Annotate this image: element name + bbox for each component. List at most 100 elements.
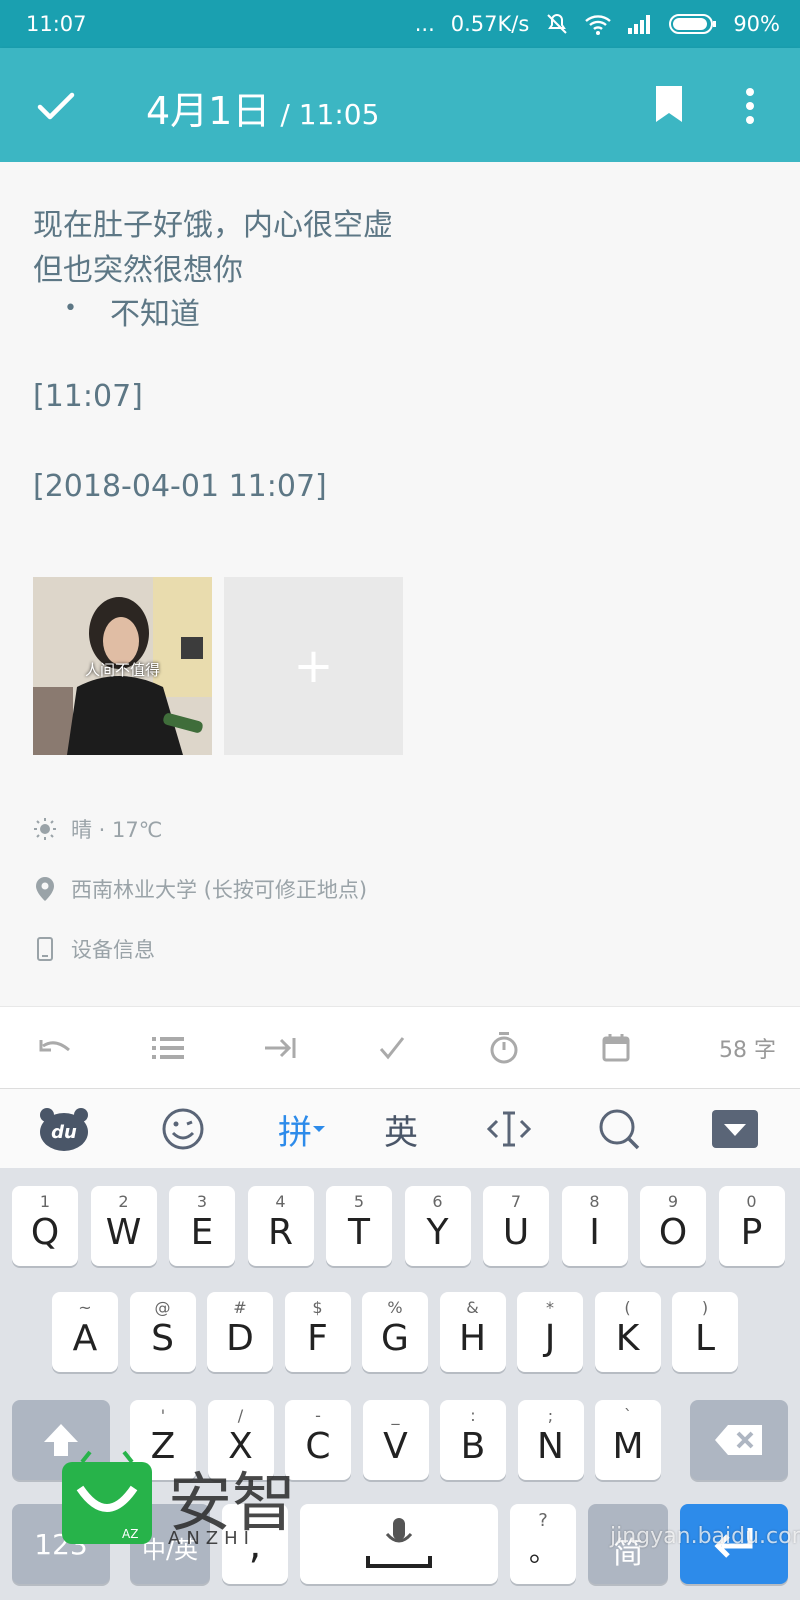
key-sub-label: $ xyxy=(312,1298,323,1317)
key-main-label: W xyxy=(105,1212,142,1253)
key-main-label: Y xyxy=(426,1212,449,1253)
bullet-list-icon[interactable] xyxy=(112,1036,224,1059)
key-a[interactable]: ~ A xyxy=(52,1292,118,1372)
key-sub-label: 6 xyxy=(432,1192,443,1211)
key-sub-label: # xyxy=(233,1298,247,1317)
key-q[interactable]: 1Q xyxy=(12,1186,78,1266)
hide-keyboard-icon[interactable] xyxy=(712,1101,758,1157)
status-right-group: ... 0.57K/s 90% xyxy=(415,12,780,36)
app-bar: 4月1日 / 11:05 xyxy=(0,48,800,162)
key-m[interactable]: ` M xyxy=(595,1400,661,1480)
key-sub-label: 0 xyxy=(746,1192,757,1211)
key-o[interactable]: 9O xyxy=(640,1186,706,1266)
undo-icon[interactable] xyxy=(0,1036,112,1060)
key-i[interactable]: 8I xyxy=(561,1186,628,1266)
key-v[interactable]: _ V xyxy=(362,1400,429,1480)
add-photo-button[interactable]: + xyxy=(224,577,403,755)
key-n[interactable]: ; N xyxy=(517,1400,584,1480)
key-main-label: I xyxy=(589,1212,600,1253)
check-icon[interactable] xyxy=(36,86,76,130)
emoji-icon[interactable] xyxy=(158,1101,208,1157)
timer-icon[interactable] xyxy=(448,1031,560,1064)
key-t[interactable]: 5T xyxy=(326,1186,392,1266)
pinyin-label: 拼 xyxy=(278,1112,312,1153)
key-sub-label: 2 xyxy=(118,1192,129,1211)
key-d[interactable]: # D xyxy=(207,1292,273,1372)
punctuation-key[interactable]: ? 。 xyxy=(510,1504,576,1584)
backspace-icon xyxy=(715,1425,762,1455)
device-text: 设备信息 xyxy=(71,938,155,962)
timestamp-short: [11:07] xyxy=(33,379,143,414)
key-sub-label: % xyxy=(387,1298,403,1317)
space-key[interactable] xyxy=(300,1504,498,1584)
key-p[interactable]: 0P xyxy=(718,1186,785,1266)
key-sub-label: @ xyxy=(154,1298,171,1317)
english-mode[interactable]: 英 xyxy=(378,1101,424,1157)
key-h[interactable]: & H xyxy=(439,1292,506,1372)
bullet-item: 不知道 xyxy=(110,297,200,332)
timestamp-full: [2018-04-01 11:07] xyxy=(33,469,327,504)
key-main-label: H xyxy=(458,1318,487,1359)
key-sub-label: 8 xyxy=(589,1192,600,1211)
key-s[interactable]: @ S xyxy=(129,1292,196,1372)
key-e[interactable]: 3E xyxy=(169,1186,235,1266)
microphone-icon xyxy=(366,1518,432,1568)
du-logo-icon[interactable]: du xyxy=(38,1101,90,1157)
mute-icon xyxy=(545,12,569,36)
notification-dots: ... xyxy=(414,12,435,36)
key-main-label: G xyxy=(381,1318,409,1359)
status-bar: 11:07 ... 0.57K/s 90% xyxy=(0,0,800,48)
location-row[interactable]: 西南林业大学 (长按可修正地点) xyxy=(33,874,367,904)
key-sub-label: * xyxy=(546,1298,554,1317)
photo-caption: 人间不值得 xyxy=(84,661,160,679)
more-vert-icon[interactable] xyxy=(744,86,756,130)
key-j[interactable]: * J xyxy=(517,1292,583,1372)
status-time: 11:07 xyxy=(26,12,87,36)
key-g[interactable]: % G xyxy=(362,1292,428,1372)
punctuation-key-sub: ? xyxy=(538,1510,548,1531)
key-sub-label: ) xyxy=(701,1298,709,1317)
punctuation-key-label: 。 xyxy=(528,1535,557,1568)
note-content[interactable]: 现在肚子好饿，内心很空虚 但也突然很想你 • 不知道 [11:07] [2018… xyxy=(0,162,800,1006)
bookmark-icon[interactable] xyxy=(654,84,684,128)
editor-toolbar: 58 字 xyxy=(0,1006,800,1088)
svg-text:du: du xyxy=(51,1122,77,1143)
entry-date: 4月1日 xyxy=(146,89,271,133)
backspace-key[interactable] xyxy=(690,1400,788,1480)
sun-icon xyxy=(33,817,57,841)
key-main-label: K xyxy=(615,1318,640,1359)
key-u[interactable]: 7U xyxy=(483,1186,549,1266)
key-b[interactable]: :B xyxy=(440,1400,506,1480)
signal-icon xyxy=(627,14,653,34)
key-w[interactable]: 2W xyxy=(90,1186,157,1266)
key-main-label: D xyxy=(226,1318,254,1359)
location-pin-icon xyxy=(33,877,57,901)
key-f[interactable]: $ F xyxy=(284,1292,351,1372)
entry-title[interactable]: 4月1日 / 11:05 xyxy=(146,80,379,135)
key-r[interactable]: 4R xyxy=(247,1186,314,1266)
key-y[interactable]: 6Y xyxy=(404,1186,471,1266)
key-sub-label: 5 xyxy=(353,1192,365,1211)
key-main-label: J xyxy=(544,1318,556,1359)
key-main-label: L xyxy=(694,1318,716,1359)
search-icon[interactable] xyxy=(596,1101,642,1157)
key-main-label: T xyxy=(348,1212,370,1253)
indent-icon[interactable] xyxy=(224,1037,336,1059)
key-k[interactable]: (K xyxy=(594,1292,661,1372)
key-main-label: Q xyxy=(30,1212,60,1253)
key-main-label: M xyxy=(612,1426,644,1467)
key-main-label: A xyxy=(72,1318,98,1359)
key-sub-label: : xyxy=(470,1406,476,1425)
key-l[interactable]: ) L xyxy=(672,1292,738,1372)
note-line-1: 现在肚子好饿，内心很空虚 xyxy=(33,208,393,243)
pinyin-mode[interactable]: 拼 xyxy=(270,1101,334,1157)
key-sub-label: 7 xyxy=(510,1192,522,1211)
key-main-label: B xyxy=(460,1426,486,1467)
attached-photo[interactable]: 人间不值得 xyxy=(33,577,212,755)
calendar-icon[interactable] xyxy=(560,1033,672,1062)
key-sub-label: _ xyxy=(391,1406,400,1425)
checkmark-icon[interactable] xyxy=(336,1036,448,1060)
weather-row[interactable]: 晴 · 17℃ xyxy=(33,814,162,844)
cursor-move-icon[interactable] xyxy=(484,1101,534,1157)
device-row[interactable]: 设备信息 xyxy=(33,934,155,964)
